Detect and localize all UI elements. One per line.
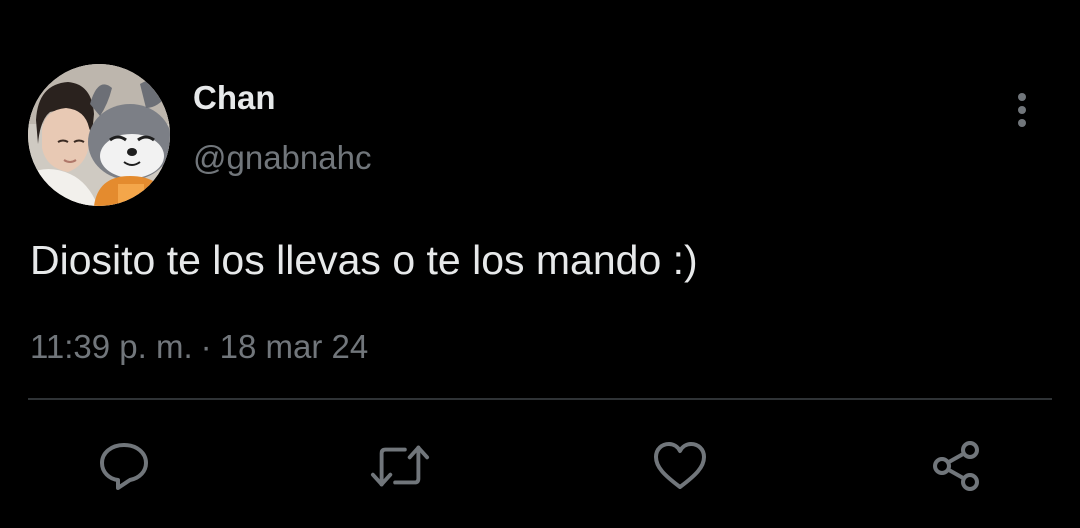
author-avatar[interactable] bbox=[28, 64, 170, 206]
tweet-text: Diosito te los llevas o te los mando :) bbox=[30, 237, 698, 283]
more-options-button[interactable] bbox=[1002, 88, 1042, 132]
divider bbox=[28, 398, 1052, 400]
share-button[interactable] bbox=[926, 436, 986, 496]
heart-icon bbox=[654, 442, 706, 489]
tweet-timestamp[interactable]: 11:39 p. m. · 18 mar 24 bbox=[30, 326, 368, 368]
author-handle[interactable]: @gnabnahc bbox=[193, 138, 371, 178]
tweet-date: 18 mar 24 bbox=[219, 328, 369, 365]
share-icon bbox=[933, 441, 979, 491]
more-vertical-icon bbox=[1018, 93, 1026, 127]
reply-icon bbox=[100, 443, 148, 490]
avatar-image bbox=[28, 64, 170, 206]
author-display-name[interactable]: Chan bbox=[193, 78, 276, 118]
like-button[interactable] bbox=[650, 436, 710, 496]
retweet-icon bbox=[370, 445, 430, 487]
tweet-detail: Chan @gnabnahc Diosito te los llevas o t… bbox=[0, 0, 1080, 528]
reply-button[interactable] bbox=[94, 436, 154, 496]
retweet-button[interactable] bbox=[370, 436, 430, 496]
tweet-time: 11:39 p. m. bbox=[30, 328, 193, 365]
meta-separator: · bbox=[200, 328, 212, 365]
